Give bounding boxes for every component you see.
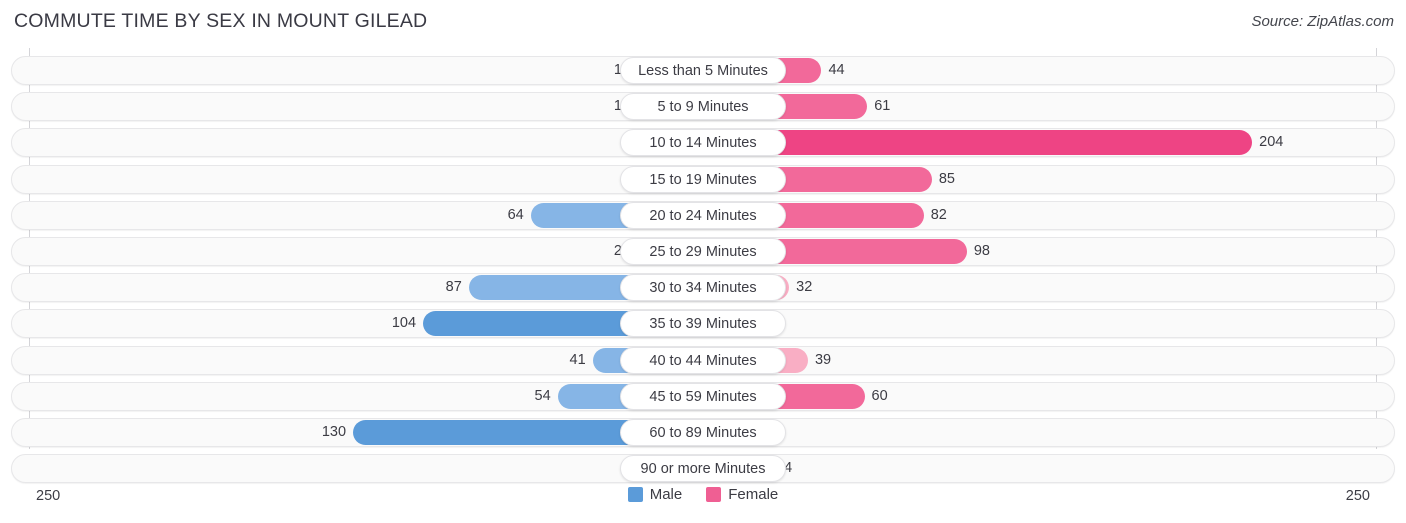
page-title: COMMUTE TIME BY SEX IN MOUNT GILEAD: [14, 10, 428, 32]
category-label: 45 to 59 Minutes: [620, 382, 786, 410]
chart-row[interactable]: 020410 to 14 Minutes: [11, 128, 1395, 158]
chart-page: COMMUTE TIME BY SEX IN MOUNT GILEAD Sour…: [0, 0, 1406, 523]
category-label: 30 to 34 Minutes: [620, 274, 786, 302]
row-bars: 41 39 40 to 44 Minutes: [11, 346, 1395, 375]
value-label-male: 87: [445, 279, 462, 296]
row-bars: 020410 to 14 Minutes: [11, 128, 1395, 157]
legend-swatch-female-icon: [706, 487, 722, 502]
value-label-female: 204: [1259, 134, 1284, 151]
row-bars: 219825 to 29 Minutes: [11, 237, 1395, 266]
row-bars: 87 32 30 to 34 Minutes: [11, 273, 1395, 302]
category-label: Less than 5 Minutes: [620, 57, 786, 84]
category-label: 90 or more Minutes: [620, 455, 786, 483]
value-label-female: 32: [796, 279, 813, 296]
row-bars: 64 82 20 to 24 Minutes: [11, 201, 1395, 230]
value-label-male: 130: [321, 424, 347, 440]
value-label-male: 54: [534, 387, 551, 404]
category-label: 10 to 14 Minutes: [620, 129, 786, 157]
chart-row[interactable]: 41 39 40 to 44 Minutes: [11, 345, 1395, 375]
chart-row[interactable]: 54 60 45 to 59 Minutes: [11, 381, 1395, 411]
source-attribution: Source: ZipAtlas.com: [1251, 13, 1394, 30]
value-label-male: 41: [569, 351, 586, 368]
value-label-female: 61: [874, 98, 891, 115]
value-label-female: 44: [828, 62, 845, 78]
category-label: 25 to 29 Minutes: [620, 238, 786, 265]
value-label-female: 39: [814, 351, 832, 368]
row-bars: 130060 to 89 Minutes: [11, 418, 1395, 447]
chart-legend: Male Female: [0, 486, 1406, 503]
category-label: 35 to 39 Minutes: [620, 310, 786, 338]
category-label: 40 to 44 Minutes: [620, 346, 786, 374]
row-bars: 104035 to 39 Minutes: [11, 309, 1395, 338]
chart-row[interactable]: 219825 to 29 Minutes: [11, 237, 1395, 266]
value-label-female: 85: [938, 170, 955, 187]
category-label: 5 to 9 Minutes: [620, 93, 786, 121]
chart-row[interactable]: 64 82 20 to 24 Minutes: [11, 200, 1395, 230]
legend-item-male[interactable]: Male: [627, 486, 683, 503]
category-label: 20 to 24 Minutes: [620, 201, 786, 229]
legend-swatch-male-icon: [627, 487, 643, 502]
category-label: 15 to 19 Minutes: [620, 165, 786, 193]
chart-row[interactable]: 87 32 30 to 34 Minutes: [11, 273, 1395, 303]
row-bars: 15615 to 9 Minutes: [11, 92, 1395, 121]
chart-plot-area: 1744Less than 5 Minutes15615 to 9 Minute…: [0, 48, 1406, 485]
chart-row[interactable]: 1744Less than 5 Minutes: [11, 56, 1395, 85]
value-label-female: 60: [871, 387, 888, 404]
chart-row[interactable]: 104035 to 39 Minutes: [11, 309, 1395, 339]
row-bars: 54 60 45 to 59 Minutes: [11, 382, 1395, 411]
row-bars: 1744Less than 5 Minutes: [11, 56, 1395, 85]
category-label: 60 to 89 Minutes: [620, 419, 786, 446]
legend-label-male: Male: [649, 486, 683, 503]
value-label-female: 98: [973, 243, 990, 259]
value-label-female: 82: [930, 206, 947, 223]
chart-row[interactable]: 130060 to 89 Minutes: [11, 418, 1395, 447]
chart-row[interactable]: 15615 to 9 Minutes: [11, 92, 1395, 122]
legend-item-female[interactable]: Female: [706, 486, 778, 503]
value-label-male: 64: [507, 206, 524, 223]
chart-row[interactable]: 08515 to 19 Minutes: [11, 164, 1395, 194]
chart-row[interactable]: 02490 or more Minutes: [11, 454, 1395, 484]
row-bars: 02490 or more Minutes: [11, 454, 1395, 483]
value-label-male: 104: [391, 315, 417, 332]
legend-label-female: Female: [728, 486, 779, 503]
row-bars: 08515 to 19 Minutes: [11, 165, 1395, 194]
